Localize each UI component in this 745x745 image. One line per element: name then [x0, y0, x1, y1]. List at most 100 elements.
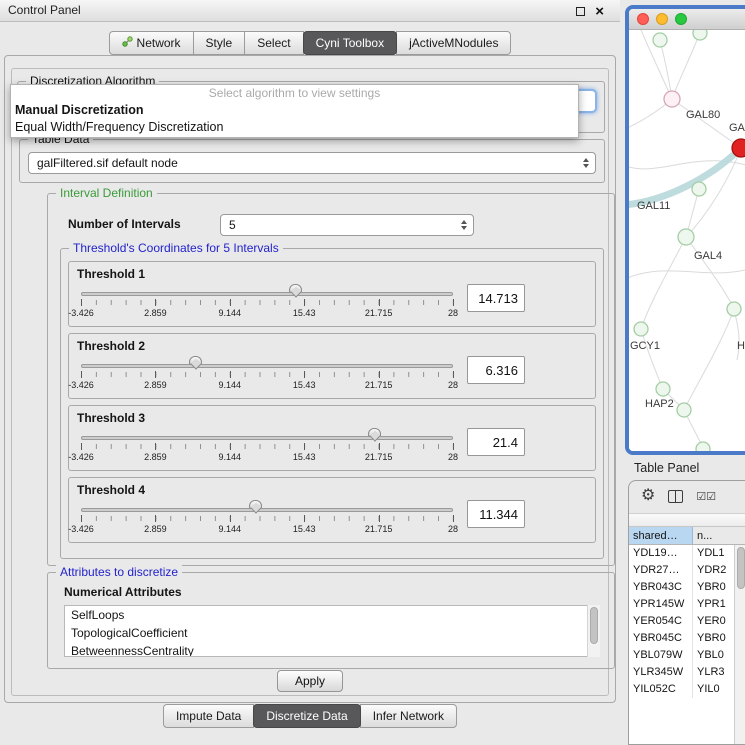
titlebar-icons: × [576, 0, 604, 22]
threshold-slider[interactable]: -3.4262.8599.14415.4321.71528 [81, 283, 453, 321]
table-cell[interactable]: YBR045C [629, 630, 693, 647]
major-tick [379, 371, 380, 378]
dropdown-option-equal-width[interactable]: Equal Width/Frequency Discretization [11, 119, 578, 136]
close-traffic-light[interactable] [637, 13, 649, 25]
attribute-item[interactable]: BetweennessCentrality [65, 642, 599, 657]
table-row[interactable]: YBR045CYBR0 [629, 630, 745, 647]
slider-track[interactable] [81, 436, 453, 440]
node-label: H [737, 340, 745, 352]
major-tick [379, 443, 380, 450]
tick-label: -3.426 [68, 380, 94, 390]
slider-track[interactable] [81, 364, 453, 368]
network-node-gal4[interactable] [678, 229, 694, 245]
table-body: YDL19…YDL1YDR27…YDR2YBR043CYBR0YPR145WYP… [629, 545, 745, 698]
zoom-traffic-light[interactable] [675, 13, 687, 25]
apply-button[interactable]: Apply [277, 670, 343, 692]
attribute-item[interactable]: SelfLoops [65, 606, 599, 624]
close-icon[interactable]: × [595, 4, 604, 19]
network-node-hap2[interactable] [656, 382, 670, 396]
scrollbar-thumb[interactable] [737, 547, 745, 589]
numerical-attributes-list[interactable]: SelfLoopsTopologicalCoefficientBetweenne… [64, 605, 600, 657]
table-row[interactable]: YDL19…YDL1 [629, 545, 745, 562]
attribute-item[interactable]: TopologicalCoefficient [65, 624, 599, 642]
major-tick [81, 443, 82, 450]
select-columns-icon[interactable]: ☑☑ [696, 490, 716, 503]
table-cell[interactable]: YDL19… [629, 545, 693, 562]
threshold-value-input[interactable] [467, 500, 525, 528]
network-node-selected-red[interactable] [732, 139, 745, 157]
table-row[interactable]: YPR145WYPR1 [629, 596, 745, 613]
tab-impute-data[interactable]: Impute Data [163, 704, 254, 728]
table-cell[interactable]: YIL052C [629, 681, 693, 698]
minimize-traffic-light[interactable] [656, 13, 668, 25]
table-row[interactable]: YBR043CYBR0 [629, 579, 745, 596]
tab-style[interactable]: Style [193, 31, 246, 55]
tab-cyni-toolbox[interactable]: Cyni Toolbox [303, 31, 397, 55]
table-row[interactable]: YER054CYER0 [629, 613, 745, 630]
network-node-gal11[interactable] [692, 182, 706, 196]
table-toolbar: ⚙ ☑☑ [629, 481, 745, 511]
dropdown-option-manual[interactable]: Manual Discretization [11, 102, 578, 119]
network-node-gal80[interactable] [664, 91, 680, 107]
table-row[interactable]: YDR27…YDR2 [629, 562, 745, 579]
threshold-value-input[interactable] [467, 284, 525, 312]
tab-label: Network [137, 36, 181, 50]
tab-infer-network[interactable]: Infer Network [360, 704, 457, 728]
threshold-slider[interactable]: -3.4262.8599.14415.4321.71528 [81, 355, 453, 393]
list-scrollbar[interactable] [587, 605, 600, 657]
major-tick [453, 515, 454, 522]
major-tick [155, 299, 156, 306]
table-cell[interactable]: YBR043C [629, 579, 693, 596]
threshold-value-input[interactable] [467, 356, 525, 384]
column-header-shared-name[interactable]: shared… [629, 527, 693, 544]
network-node[interactable] [693, 30, 707, 40]
slider-thumb[interactable] [289, 284, 302, 293]
gear-icon[interactable]: ⚙ [641, 488, 655, 504]
major-tick [81, 299, 82, 306]
slider-thumb[interactable] [249, 500, 262, 509]
table-cell[interactable]: YBL079W [629, 647, 693, 664]
columns-icon[interactable] [668, 490, 683, 503]
slider-thumb[interactable] [189, 356, 202, 365]
table-row[interactable]: YBL079WYBL0 [629, 647, 745, 664]
slider-ruler [81, 516, 453, 521]
tab-discretize-data[interactable]: Discretize Data [253, 704, 360, 728]
network-node-labels: GAL80 GA GAL11 GAL4 GCY1 H HAP2 [630, 109, 745, 410]
network-node[interactable] [696, 442, 710, 451]
tab-select[interactable]: Select [244, 31, 303, 55]
tab-label: Style [206, 36, 233, 50]
network-node[interactable] [677, 403, 691, 417]
node-label: GAL11 [637, 200, 670, 212]
table-data-combobox[interactable]: galFiltered.sif default node [28, 152, 596, 174]
tab-network[interactable]: Network [109, 31, 194, 55]
network-node[interactable] [653, 33, 667, 47]
slider-track[interactable] [81, 292, 453, 296]
threshold-value-input[interactable] [467, 428, 525, 456]
table-row[interactable]: YLR345WYLR3 [629, 664, 745, 681]
table-panel-title: Table Panel [634, 461, 699, 475]
tick-label: 9.144 [219, 308, 242, 318]
threshold-slider[interactable]: -3.4262.8599.14415.4321.71528 [81, 427, 453, 465]
table-cell[interactable]: YPR145W [629, 596, 693, 613]
table-row[interactable]: YIL052CYIL0 [629, 681, 745, 698]
major-tick [304, 371, 305, 378]
tick-label: 21.715 [365, 452, 393, 462]
major-tick [453, 371, 454, 378]
table-cell[interactable]: YDR27… [629, 562, 693, 579]
tab-label: Discretize Data [266, 709, 347, 723]
column-header-name[interactable]: n... [693, 527, 745, 544]
number-of-intervals-combobox[interactable]: 5 [220, 214, 474, 236]
network-canvas[interactable]: GAL80 GA GAL11 GAL4 GCY1 H HAP2 [629, 30, 745, 451]
table-cell[interactable]: YLR345W [629, 664, 693, 681]
threshold-label: Threshold 3 [77, 411, 595, 425]
table-scrollbar[interactable] [734, 545, 745, 744]
slider-track[interactable] [81, 508, 453, 512]
threshold-slider[interactable]: -3.4262.8599.14415.4321.71528 [81, 499, 453, 537]
tab-jactivemnodules[interactable]: jActiveMNodules [396, 31, 511, 55]
network-node-gcy1[interactable] [634, 322, 648, 336]
table-cell[interactable]: YER054C [629, 613, 693, 630]
slider-thumb[interactable] [368, 428, 381, 437]
network-node[interactable] [727, 302, 741, 316]
float-window-icon[interactable] [576, 7, 585, 16]
scrollbar-thumb[interactable] [590, 607, 598, 644]
